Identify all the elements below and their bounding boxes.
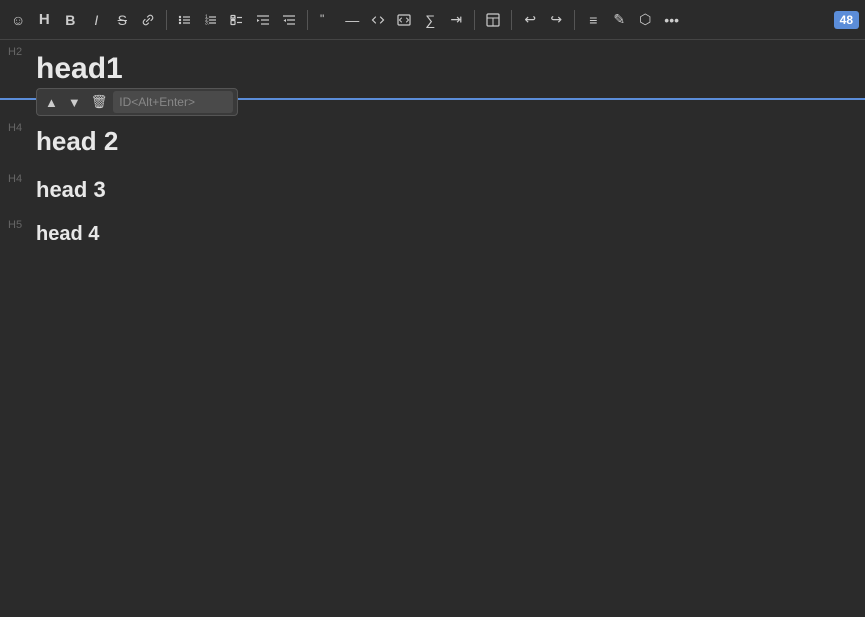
block-row-head3: H4 head 3 (0, 167, 865, 213)
editor-content: H2 head1 ▲ ▼ 🗑 H4 head 2 H4 head 3 H5 he… (0, 40, 865, 617)
more-button[interactable]: ••• (659, 7, 684, 33)
block-content-head2[interactable]: head 2 (36, 116, 865, 167)
outdent-button[interactable] (277, 7, 301, 33)
inline-code-button[interactable] (366, 7, 390, 33)
separator-1 (166, 10, 167, 30)
block-row-head2: H4 head 2 (0, 116, 865, 167)
head4-text[interactable]: head 4 (36, 217, 857, 252)
block-label-h4-3: H4 (0, 167, 36, 185)
align-button[interactable]: ≡ (581, 7, 605, 33)
table-button[interactable] (481, 7, 505, 33)
word-count-badge: 48 (834, 11, 859, 29)
undo-button[interactable]: ↩ (518, 7, 542, 33)
block-row-head1: H2 head1 ▲ ▼ 🗑 (0, 40, 865, 100)
indent-button[interactable] (251, 7, 275, 33)
link-button[interactable] (136, 7, 160, 33)
separator-5 (574, 10, 575, 30)
blockquote-button[interactable]: " (314, 7, 338, 33)
strikethrough-button[interactable]: S (110, 7, 134, 33)
separator-4 (511, 10, 512, 30)
svg-text:3.: 3. (205, 20, 209, 26)
italic-button[interactable]: I (84, 7, 108, 33)
toolbar: ☺ H B I S 1.2.3. " — ∑ ⇥ ↩ ↪ ≡ ✎ (0, 0, 865, 40)
export-button[interactable]: ⬡ (633, 7, 657, 33)
floating-controls: ▲ ▼ 🗑 (36, 88, 238, 116)
unordered-list-button[interactable] (173, 7, 197, 33)
divider-button[interactable]: — (340, 7, 364, 33)
block-content-head3[interactable]: head 3 (36, 167, 865, 213)
math-button[interactable]: ∑ (418, 7, 442, 33)
heading-button[interactable]: H (32, 7, 56, 33)
separator-2 (307, 10, 308, 30)
separator-3 (474, 10, 475, 30)
block-content-head4[interactable]: head 4 (36, 213, 865, 256)
bold-button[interactable]: B (58, 7, 82, 33)
emoji-button[interactable]: ☺ (6, 7, 30, 33)
redo-button[interactable]: ↪ (544, 7, 568, 33)
block-id-input[interactable] (113, 91, 233, 113)
svg-text:": " (320, 13, 324, 26)
move-down-button[interactable]: ▼ (64, 91, 85, 113)
ordered-list-button[interactable]: 1.2.3. (199, 7, 223, 33)
edit-button[interactable]: ✎ (607, 7, 631, 33)
head2-text[interactable]: head 2 (36, 120, 857, 163)
delete-block-button[interactable]: 🗑 (87, 91, 112, 113)
indent-list-button[interactable]: ⇥ (444, 7, 468, 33)
block-label-h5: H5 (0, 213, 36, 231)
move-up-button[interactable]: ▲ (41, 91, 62, 113)
head3-text[interactable]: head 3 (36, 171, 857, 209)
block-row-head4: H5 head 4 (0, 213, 865, 256)
checkbox-list-button[interactable] (225, 7, 249, 33)
block-label-h2: H2 (0, 40, 36, 58)
code-block-button[interactable] (392, 7, 416, 33)
block-label-h4-2: H4 (0, 116, 36, 134)
head1-text[interactable]: head1 (36, 44, 857, 94)
